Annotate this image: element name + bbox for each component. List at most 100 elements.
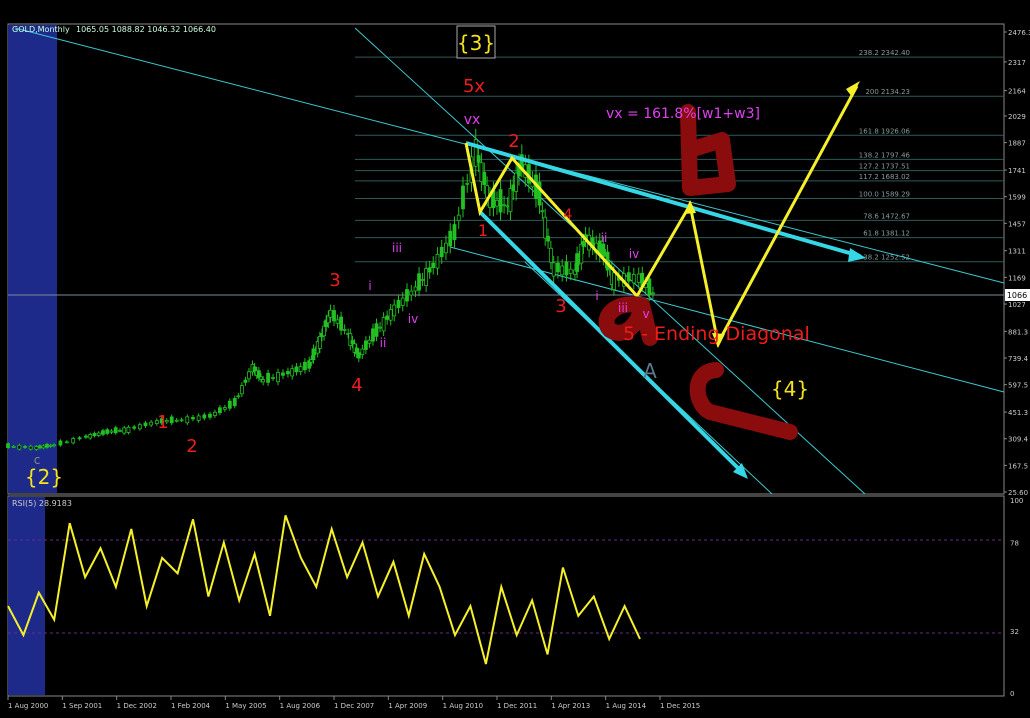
- fib-level-label: 38.2 1252.52: [863, 254, 910, 262]
- candle-body: [290, 368, 295, 377]
- candle-body: [132, 426, 137, 429]
- rsi-tick-label: 78: [1010, 539, 1019, 547]
- sub-iii: iii: [618, 301, 628, 315]
- candle-body: [543, 216, 548, 239]
- formula-label: vx = 161.8%[w1+w3]: [606, 106, 760, 122]
- candle-body: [452, 224, 457, 241]
- candle-body: [266, 372, 270, 383]
- candle-body: [11, 446, 16, 448]
- candle-body: [385, 315, 390, 320]
- candle-body: [88, 434, 93, 439]
- candle-body: [409, 290, 414, 296]
- candle-body: [647, 278, 652, 296]
- candle-body: [335, 319, 340, 324]
- wave4-label: {4}: [771, 377, 809, 401]
- candle-body: [540, 210, 545, 213]
- candle-body: [271, 377, 275, 379]
- sub-i: i: [595, 289, 598, 303]
- candle-body: [118, 429, 122, 432]
- wave4-mid: 4: [351, 375, 362, 396]
- price-tick-label: 881.3: [1008, 328, 1028, 336]
- candle-body: [465, 182, 470, 185]
- candle-body: [322, 325, 326, 337]
- candle-body: [247, 371, 251, 380]
- candle-body: [556, 262, 560, 273]
- candle-body: [495, 199, 499, 207]
- candle-body: [631, 274, 636, 284]
- price-tick-label: 2317: [1008, 59, 1026, 67]
- candle-body: [508, 188, 513, 213]
- candle-body: [400, 297, 405, 306]
- candle-body: [581, 241, 586, 247]
- wave4-down: 4: [564, 207, 573, 223]
- candle-body: [303, 361, 307, 371]
- candle-body: [560, 265, 565, 276]
- price-tick-label: 1887: [1008, 140, 1026, 148]
- candle-body: [396, 299, 401, 309]
- candle-body: [17, 444, 22, 450]
- price-tick-label: 1457: [1008, 220, 1026, 228]
- candle-body: [612, 272, 616, 290]
- x-tick-label: 1 Aug 2000: [8, 702, 48, 710]
- candle-body: [113, 427, 118, 434]
- candle-body: [137, 424, 142, 430]
- candle-body: [52, 444, 56, 447]
- wave-ii-mid: ii: [380, 336, 387, 350]
- wave3-down: 3: [555, 296, 566, 317]
- candle-body: [64, 441, 69, 444]
- candle-body: [232, 398, 237, 407]
- label-A: A: [643, 359, 657, 383]
- sub-v: v: [642, 307, 649, 321]
- candle-body: [317, 336, 322, 349]
- wave1-top: 1: [478, 221, 488, 240]
- candle-body: [392, 304, 397, 317]
- candle-body: [191, 417, 195, 420]
- candle-body: [239, 385, 244, 395]
- candle-body: [498, 189, 503, 213]
- wave-iv-mid: iv: [408, 312, 418, 326]
- candle-body: [222, 407, 227, 410]
- wave1-early: 1: [157, 412, 168, 433]
- candle-body: [456, 214, 461, 221]
- label-vx: vx: [464, 112, 481, 128]
- wave-iii-mid: iii: [392, 241, 402, 255]
- fib-level-label: 200 2134.23: [865, 88, 910, 96]
- fib-level-label: 117.2 1683.02: [859, 173, 910, 181]
- candle-body: [371, 328, 375, 342]
- wave3-label: {3}: [457, 31, 495, 55]
- sub-iv: iv: [629, 247, 639, 261]
- x-tick-label: 1 Apr 2013: [551, 702, 590, 710]
- candle-body: [28, 445, 33, 450]
- gold-monthly-chart[interactable]: 238.2 2342.40200 2134.23161.8 1926.06138…: [0, 0, 1030, 714]
- candle-body: [179, 419, 184, 422]
- x-tick-label: 1 Sep 2001: [62, 702, 102, 710]
- candle-body: [294, 366, 299, 373]
- candle-body: [360, 348, 365, 356]
- candle-body: [202, 414, 207, 419]
- wave2-early: 2: [186, 436, 197, 457]
- candle-body: [259, 376, 263, 380]
- candle-body: [109, 430, 114, 433]
- price-tick-label: 2164: [1008, 88, 1026, 96]
- candle-body: [185, 416, 190, 424]
- chart-window: 238.2 2342.40 200 2134.23 161.8 1926.06 138…: [0, 0, 1030, 714]
- candle-body: [34, 446, 39, 450]
- candle-body: [482, 171, 487, 185]
- x-tick-label: 1 Dec 2011: [497, 702, 537, 710]
- wave3-mid: 3: [329, 270, 340, 291]
- x-tick-label: 1 Feb 2004: [171, 702, 211, 710]
- fib-level-label: 100.0 1589.29: [859, 190, 910, 198]
- candle-body: [651, 292, 655, 295]
- rsi-tick-label: 0: [1010, 690, 1014, 698]
- candle-body: [374, 323, 379, 337]
- candle-body: [174, 419, 179, 422]
- rsi-tick-label: 100: [1010, 497, 1023, 505]
- candle-body: [71, 438, 76, 444]
- candle-body: [261, 379, 266, 383]
- candle-body: [23, 446, 27, 448]
- candle-body: [378, 326, 382, 329]
- price-tick-label: 1599: [1008, 194, 1026, 202]
- x-tick-label: 1 Dec 2002: [117, 702, 157, 710]
- candle-body: [58, 440, 63, 446]
- price-tick-label: 739.4: [1008, 355, 1029, 363]
